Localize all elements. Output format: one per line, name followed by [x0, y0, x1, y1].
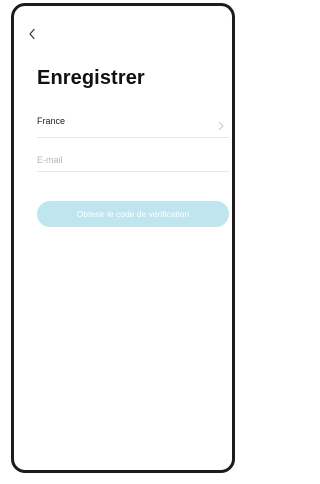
get-verification-code-button[interactable]: Obtenir le code de vérification: [37, 201, 229, 227]
back-button[interactable]: [25, 26, 41, 42]
country-value: France: [37, 116, 66, 126]
email-field[interactable]: [37, 149, 229, 172]
chevron-right-icon: [217, 118, 225, 130]
country-selector[interactable]: France: [37, 113, 229, 138]
phone-frame: Enregistrer France Obtenir le code de vé…: [11, 3, 235, 473]
chevron-left-icon: [25, 26, 41, 42]
page-title: Enregistrer: [37, 67, 145, 89]
